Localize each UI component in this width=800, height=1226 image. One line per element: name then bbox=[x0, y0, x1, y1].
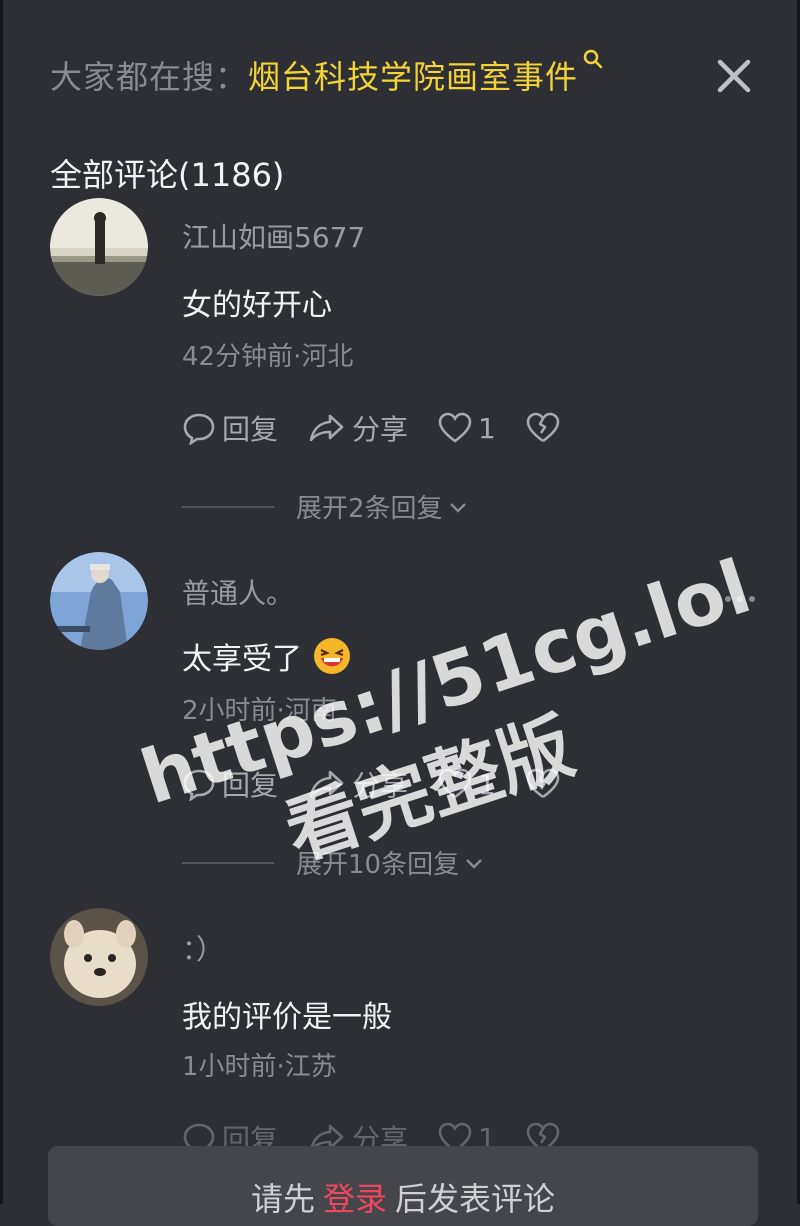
comment-input-bar[interactable]: 请先 登录 后发表评论 bbox=[48, 1146, 758, 1226]
dislike-button[interactable] bbox=[526, 412, 560, 444]
reply-icon bbox=[183, 413, 215, 445]
broken-heart-icon bbox=[526, 768, 560, 799]
close-icon[interactable] bbox=[710, 52, 758, 100]
reply-button[interactable]: 回复 bbox=[182, 408, 278, 448]
expand-replies-label: 展开2条回复 bbox=[296, 494, 443, 524]
reply-button[interactable]: 回复 bbox=[182, 764, 278, 804]
comment-actions: 回复 分享 1 bbox=[182, 764, 590, 804]
chevron-down-icon bbox=[449, 502, 466, 513]
search-term-link[interactable]: 烟台科技学院画室事件 bbox=[248, 52, 578, 98]
share-button[interactable]: 分享 bbox=[308, 764, 408, 804]
like-count: 1 bbox=[478, 767, 496, 801]
like-button[interactable]: 1 bbox=[438, 412, 496, 445]
expand-replies-button[interactable]: 展开10条回复 bbox=[182, 844, 485, 881]
comment-text: 女的好开心 bbox=[182, 288, 332, 323]
comment-panel: 大家都在搜： 烟台科技学院画室事件 全部评论(1186) 江山如画5677 女的… bbox=[0, 0, 800, 1226]
login-link[interactable]: 登录 bbox=[323, 1174, 387, 1226]
more-options-icon[interactable] bbox=[724, 594, 756, 604]
chevron-down-icon bbox=[466, 858, 482, 869]
expand-replies-button[interactable]: 展开2条回复 bbox=[182, 488, 469, 525]
share-label: 分享 bbox=[352, 413, 409, 446]
expand-replies-label: 展开10条回复 bbox=[296, 850, 460, 880]
comment-username[interactable]: 江山如画5677 bbox=[182, 216, 365, 256]
share-icon bbox=[309, 770, 344, 798]
like-count: 1 bbox=[478, 411, 496, 445]
comment-username[interactable]: 普通人。 bbox=[182, 572, 294, 612]
like-button[interactable]: 1 bbox=[438, 768, 496, 801]
comment-content: 女的好开心 bbox=[182, 280, 332, 324]
reply-icon bbox=[183, 769, 215, 801]
search-suggestion[interactable]: 大家都在搜： 烟台科技学院画室事件 bbox=[50, 48, 604, 100]
share-icon bbox=[309, 414, 344, 442]
comment-meta: 1小时前·江苏 bbox=[182, 1052, 337, 1082]
share-label: 分享 bbox=[352, 769, 409, 802]
login-prompt-suffix: 后发表评论 bbox=[395, 1180, 556, 1218]
divider-line bbox=[182, 505, 274, 508]
comment-content: 我的评价是一般 bbox=[182, 992, 392, 1036]
reply-label: 回复 bbox=[222, 413, 279, 446]
login-prompt-prefix: 请先 bbox=[250, 1180, 315, 1218]
laughing-emoji-icon bbox=[314, 638, 350, 674]
reply-label: 回复 bbox=[222, 769, 279, 802]
comment-username[interactable]: ：） bbox=[182, 928, 224, 968]
heart-icon bbox=[438, 412, 472, 443]
share-button[interactable]: 分享 bbox=[308, 408, 408, 448]
comment-content: 太享受了 bbox=[182, 634, 352, 678]
avatar[interactable] bbox=[50, 908, 148, 1006]
avatar[interactable] bbox=[50, 198, 148, 296]
comment-text: 太享受了 bbox=[182, 642, 302, 677]
comments-count-title: 全部评论(1186) bbox=[50, 156, 285, 194]
dislike-button[interactable] bbox=[526, 768, 560, 800]
search-prefix: 大家都在搜： bbox=[50, 58, 249, 96]
avatar[interactable] bbox=[50, 552, 148, 650]
comment-text: 我的评价是一般 bbox=[182, 1000, 392, 1035]
broken-heart-icon bbox=[526, 412, 560, 443]
comment-meta: 2小时前·河南 bbox=[182, 696, 337, 726]
comment-actions: 回复 分享 1 bbox=[182, 408, 590, 448]
divider-line bbox=[182, 861, 274, 864]
panel-edge-left bbox=[0, 0, 3, 1204]
heart-icon bbox=[438, 768, 472, 799]
comment-meta: 42分钟前·河北 bbox=[182, 342, 354, 372]
search-icon[interactable] bbox=[582, 48, 604, 74]
